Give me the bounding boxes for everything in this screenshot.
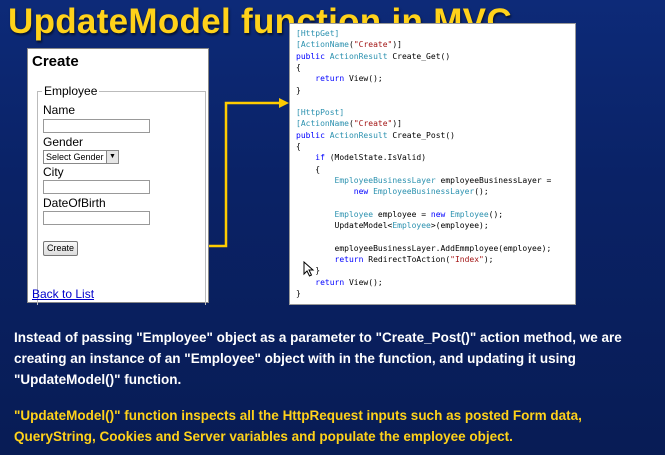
code-token: );: [483, 255, 494, 264]
code-line: public ActionResult Create_Get(): [296, 52, 450, 62]
code-token: "Create": [353, 40, 393, 50]
code-token: "Create": [353, 119, 393, 129]
code-token: ActionName: [300, 119, 349, 129]
code-token: public: [296, 51, 330, 61]
mouse-pointer-icon: [303, 261, 315, 277]
code-token: ActionResult: [329, 51, 393, 61]
code-token: [HttpPost]: [296, 108, 345, 118]
description-paragraph-1: Instead of passing "Employee" object as …: [14, 330, 622, 387]
code-panel: [HttpGet] [ActionName("Create")] public Ac…: [289, 23, 576, 305]
code-token: Create_Get(): [392, 51, 451, 61]
code-line: }: [296, 289, 301, 299]
code-token: ();: [488, 209, 504, 219]
dropdown-arrow-icon[interactable]: ▼: [106, 151, 118, 163]
code-token: new: [296, 187, 374, 197]
code-token: >(employee);: [430, 221, 489, 231]
dob-input[interactable]: [43, 211, 150, 225]
code-token: employeeBusinessLayer.AddEmmployee(emplo…: [296, 243, 552, 253]
description-paragraph-2: "UpdateModel()" function inspects all th…: [14, 408, 582, 444]
gender-select[interactable]: Select Gender ▼: [43, 150, 119, 164]
code-token: "Index": [450, 255, 484, 264]
code-token: [HttpGet]: [296, 29, 340, 38]
code-token: new: [430, 209, 451, 219]
code-token: ActionResult: [329, 130, 393, 140]
code-token: RedirectToAction(: [368, 255, 451, 264]
code-line: UpdateModel<Employee>(employee);: [296, 221, 489, 231]
code-line: employeeBusinessLayer.AddEmmployee(emplo…: [296, 243, 552, 254]
code-line: {: [296, 63, 301, 73]
code-token: EmployeeBusinessLayer: [373, 187, 475, 197]
code-token: {: [296, 62, 301, 72]
code-line: if (ModelState.IsValid): [296, 153, 426, 163]
create-form-panel: Create Employee Name Gender Select Gende…: [27, 48, 209, 305]
code-token: if: [296, 153, 330, 163]
code-token: employeeBusinessLayer =: [440, 175, 552, 185]
code-token: )]: [392, 119, 402, 129]
code-line: EmployeeBusinessLayer employeeBusinessLa…: [296, 175, 552, 186]
code-token: Create_Post(): [392, 130, 455, 140]
name-input[interactable]: [43, 119, 150, 133]
code-token: }: [296, 288, 301, 298]
code-token: {: [296, 164, 321, 174]
code-line: {: [296, 142, 301, 152]
code-line: return View();: [296, 277, 383, 288]
code-token: Employee: [296, 209, 378, 219]
code-line: new EmployeeBusinessLayer();: [296, 187, 489, 197]
code-line: {: [296, 165, 320, 175]
code-token: Employee: [392, 221, 431, 231]
back-to-list-link[interactable]: Back to List: [32, 287, 94, 301]
city-label: City: [43, 165, 64, 179]
code-line: [ActionName("Create")]: [296, 40, 402, 50]
code-token: ();: [474, 187, 489, 197]
code-token: View();: [348, 277, 383, 287]
code-token: View();: [348, 74, 383, 84]
code-token: Employee: [450, 209, 489, 219]
code-line: return RedirectToAction("Index");: [296, 255, 494, 265]
create-button[interactable]: Create: [43, 241, 78, 256]
code-token: (ModelState.IsValid): [329, 153, 427, 163]
code-token: ActionName: [300, 40, 349, 50]
name-label: Name: [43, 103, 76, 117]
code-token: UpdateModel<: [296, 221, 393, 231]
code-line: Employee employee = new Employee();: [296, 209, 504, 220]
gender-select-value: Select Gender: [46, 152, 104, 162]
gender-label: Gender: [43, 135, 84, 149]
code-token: return: [296, 277, 349, 287]
code-token: )]: [392, 40, 402, 50]
code-token: EmployeeBusinessLayer: [296, 175, 441, 185]
code-token: employee =: [377, 209, 431, 219]
code-line: }: [296, 86, 301, 96]
city-input[interactable]: [43, 180, 150, 194]
code-token: public: [296, 130, 330, 140]
dob-label: DateOfBirth: [43, 196, 106, 210]
code-line: [HttpGet]: [296, 29, 339, 39]
code-line: return View();: [296, 74, 383, 84]
code-line: public ActionResult Create_Post(): [296, 131, 455, 141]
code-line: [HttpPost]: [296, 108, 344, 118]
code-line: [ActionName("Create")]: [296, 119, 402, 129]
code-token: return: [296, 74, 349, 84]
code-token: {: [296, 142, 301, 151]
fieldset-legend: Employee: [42, 84, 100, 98]
form-heading: Create: [32, 53, 79, 70]
code-token: }: [296, 85, 301, 95]
